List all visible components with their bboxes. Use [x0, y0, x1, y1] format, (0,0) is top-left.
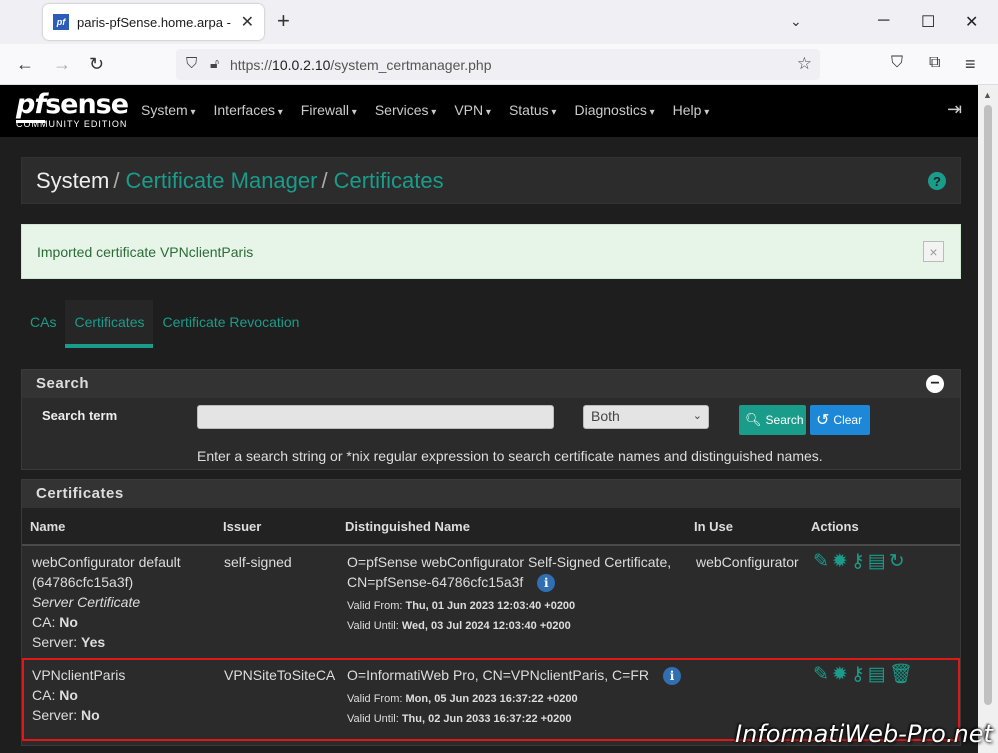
close-window-icon[interactable]: ✕	[965, 12, 978, 32]
scroll-up-icon[interactable]: ▲	[983, 90, 992, 100]
search-scope-select[interactable]: Both ⌄	[583, 405, 709, 429]
minimize-icon[interactable]: ─	[878, 12, 889, 30]
maximize-icon[interactable]: ☐	[921, 12, 935, 32]
pfsense-navbar: pfsense COMMUNITY EDITION System Interfa…	[0, 85, 978, 137]
tab-title: paris-pfSense.home.arpa - Syst	[77, 14, 235, 30]
shield-icon[interactable]: ⛉	[186, 55, 197, 72]
tab-certificates[interactable]: Certificates	[65, 300, 154, 348]
browser-nav-bar: ← → ↻ ⛉ 🔓︎ https://10.0.2.10/system_cert…	[0, 44, 998, 85]
extensions-icon[interactable]: ⧉	[929, 54, 940, 72]
col-issuer: Issuer	[223, 519, 262, 534]
menu-icon[interactable]: ≡	[965, 54, 976, 75]
chevron-down-icon: ⌄	[692, 410, 702, 422]
table-row: webConfigurator default (64786cfc15a3f) …	[22, 552, 960, 660]
menu-system[interactable]: System	[141, 102, 196, 118]
reload-icon[interactable]: ↻	[89, 54, 104, 75]
edit-pencil-icon[interactable]: ✎	[813, 552, 829, 572]
watermark: InformatiWeb-Pro.net	[735, 720, 993, 748]
dn-cell: O=pfSense webConfigurator Self-Signed Ce…	[347, 554, 672, 633]
clear-button[interactable]: ↺ Clear	[810, 405, 870, 435]
menu-help[interactable]: Help	[673, 102, 710, 118]
info-icon[interactable]: i	[537, 574, 556, 593]
table-header: Name Issuer Distinguished Name In Use Ac…	[22, 508, 960, 546]
main-menu: System Interfaces Firewall Services VPN …	[141, 102, 727, 118]
logout-icon[interactable]: ⇥	[947, 99, 962, 120]
search-panel: Search − Search term Both ⌄ 🔍︎ Search ↺ Cl…	[21, 369, 961, 470]
row-actions: ✎ ✹ ⚷ ▤ ↻	[813, 552, 908, 572]
issuer-cell: self-signed	[224, 554, 292, 570]
cert-name-cell: webConfigurator default (64786cfc15a3f) …	[32, 554, 181, 650]
collapse-minus-icon[interactable]: −	[926, 375, 944, 393]
url-text: https://10.0.2.10/system_certmanager.php	[230, 56, 492, 73]
pfsense-favicon-icon: pf	[53, 14, 69, 30]
tab-close-icon[interactable]: ✕	[241, 12, 254, 32]
col-name: Name	[30, 519, 66, 534]
scrollbar-thumb[interactable]	[984, 105, 992, 705]
tab-certificate-revocation[interactable]: Certificate Revocation	[153, 300, 308, 348]
lock-icon[interactable]: 🔓︎	[210, 55, 219, 72]
search-input[interactable]	[197, 405, 554, 429]
search-button[interactable]: 🔍︎ Search	[739, 405, 806, 435]
forward-icon[interactable]: →	[53, 54, 71, 75]
tab-list-chevron-icon[interactable]: ⌄	[790, 13, 802, 30]
search-panel-title: Search	[22, 370, 960, 398]
alert-close-button[interactable]: ×	[923, 241, 944, 262]
export-archive-icon[interactable]: ▤	[868, 552, 886, 572]
menu-services[interactable]: Services	[375, 102, 437, 118]
tab-cas[interactable]: CAs	[21, 300, 65, 348]
search-term-label: Search term	[42, 408, 118, 423]
in-use-cell: webConfigurator	[696, 554, 799, 570]
col-in-use: In Use	[694, 519, 734, 534]
cert-tabs: CAs Certificates Certificate Revocation	[21, 300, 308, 348]
breadcrumb-certificate-manager[interactable]: Certificate Manager	[125, 168, 317, 194]
menu-firewall[interactable]: Firewall	[301, 102, 357, 118]
page-scrollbar[interactable]: ▲	[978, 85, 998, 753]
certificates-panel-title: Certificates	[22, 480, 960, 508]
undo-icon: ↺	[816, 412, 830, 429]
export-key-icon[interactable]: ⚷	[851, 552, 865, 572]
search-icon: 🔍︎	[745, 412, 762, 427]
menu-diagnostics[interactable]: Diagnostics	[574, 102, 654, 118]
col-actions: Actions	[811, 519, 859, 534]
renew-icon[interactable]: ↻	[889, 552, 905, 572]
browser-tab-bar: pf paris-pfSense.home.arpa - Syst ✕ + ⌄ …	[0, 0, 998, 44]
browser-tab[interactable]: pf paris-pfSense.home.arpa - Syst ✕	[43, 4, 264, 40]
menu-status[interactable]: Status	[509, 102, 557, 118]
url-bar[interactable]: ⛉ 🔓︎ https://10.0.2.10/system_certmanage…	[176, 49, 820, 80]
export-cert-icon[interactable]: ✹	[832, 552, 848, 572]
search-help-text: Enter a search string or *nix regular ex…	[197, 448, 823, 464]
back-icon[interactable]: ←	[16, 54, 34, 75]
pfsense-logo[interactable]: pfsense COMMUNITY EDITION	[16, 89, 129, 129]
help-icon[interactable]: ?	[928, 172, 946, 190]
pocket-icon[interactable]: ⛉	[891, 54, 903, 72]
breadcrumb-system: System	[36, 167, 110, 193]
bookmark-star-icon[interactable]: ☆	[797, 54, 812, 74]
new-tab-icon[interactable]: +	[277, 10, 290, 32]
alert-text: Imported certificate VPNclientParis	[37, 243, 254, 260]
col-dn: Distinguished Name	[345, 519, 470, 534]
breadcrumb-certificates[interactable]: Certificates	[334, 168, 444, 194]
menu-vpn[interactable]: VPN	[454, 102, 491, 118]
menu-interfaces[interactable]: Interfaces	[214, 102, 283, 118]
success-alert: Imported certificate VPNclientParis ×	[21, 224, 961, 279]
breadcrumb: System / Certificate Manager / Certifica…	[21, 157, 961, 204]
